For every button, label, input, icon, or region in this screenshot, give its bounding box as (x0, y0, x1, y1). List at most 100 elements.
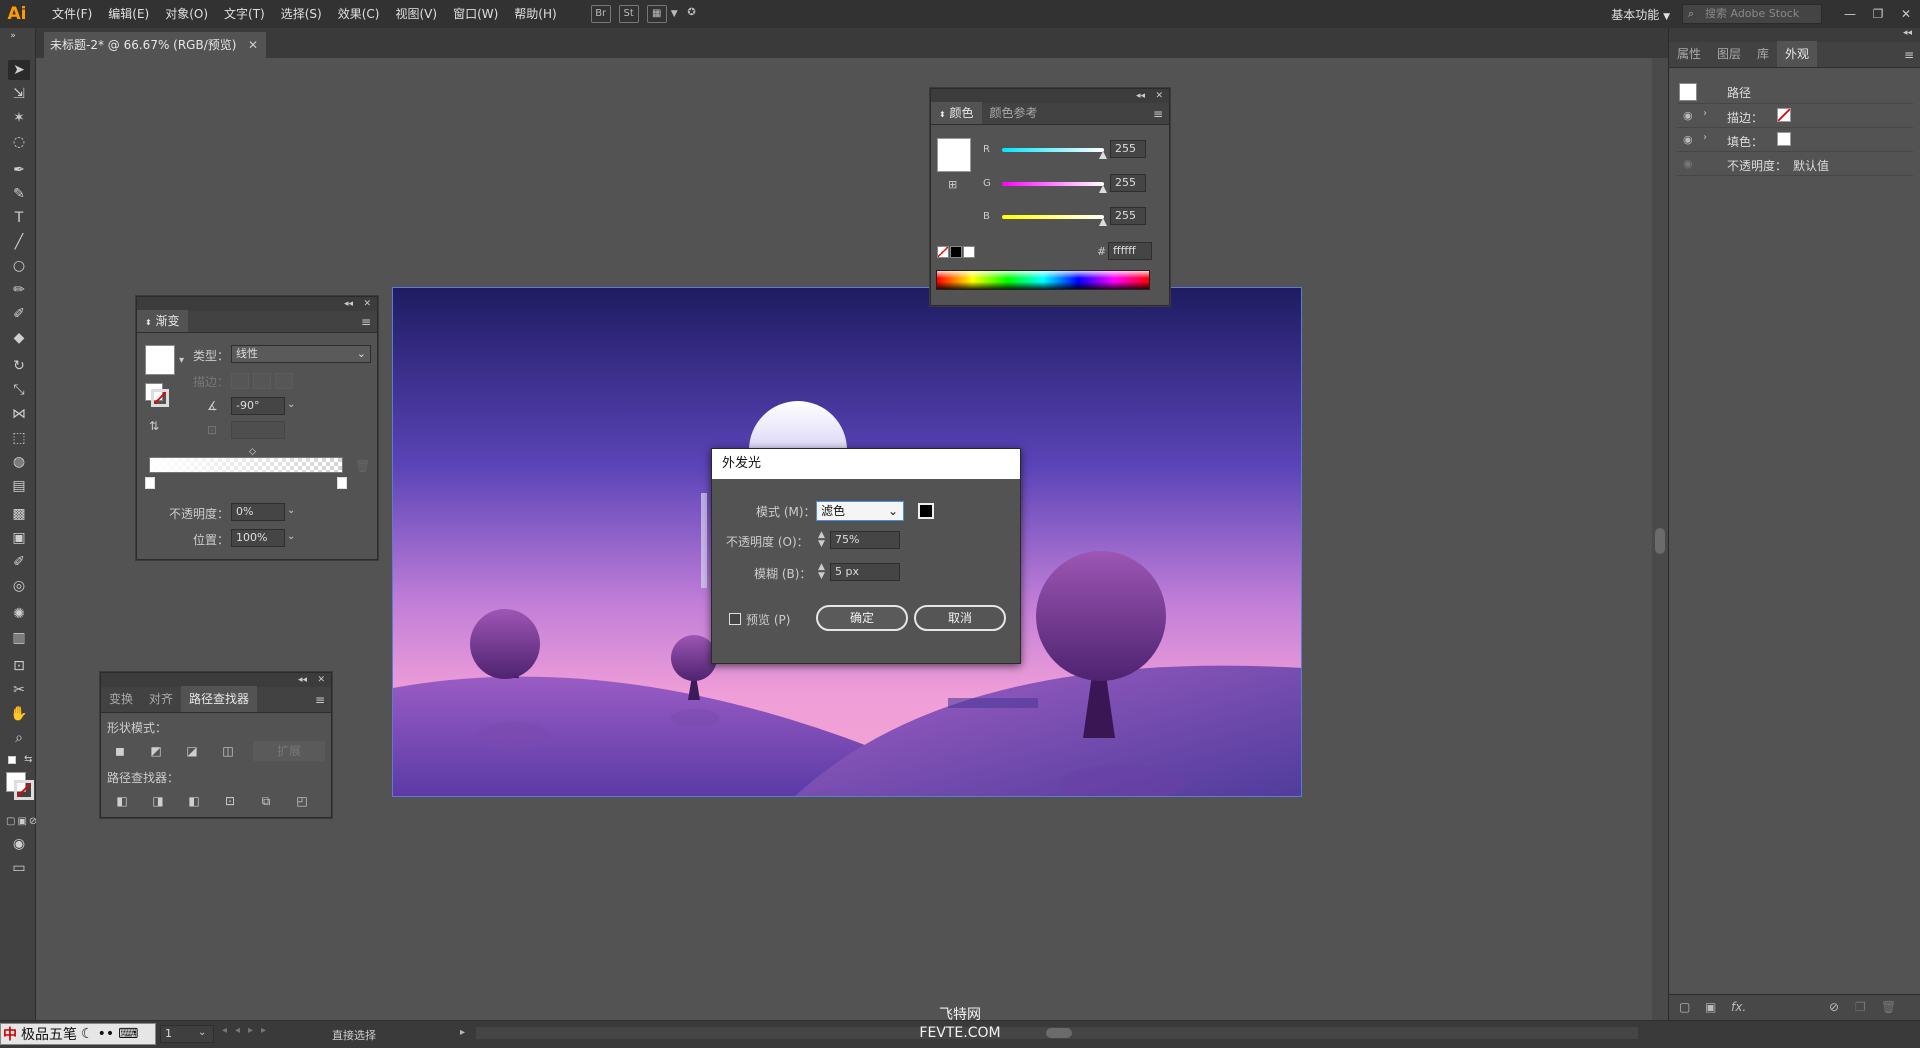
arrange-documents-icon[interactable]: ▦ (646, 5, 667, 23)
blend-mode-select[interactable]: 滤色 ⌄ (816, 501, 904, 521)
shaper-tool-icon[interactable]: ✐ (8, 304, 30, 324)
crop-icon[interactable]: ⊡ (219, 791, 241, 811)
chevron-right-icon[interactable]: ▸ (460, 1027, 465, 1038)
artboard-navigation-icons[interactable]: ◂◂▸▸ (222, 1025, 274, 1036)
paintbrush-tool-icon[interactable]: ✏ (8, 280, 30, 300)
pen-tool-icon[interactable]: ✒ (8, 160, 30, 180)
gradient-stop-right[interactable] (337, 477, 347, 489)
black-swatch[interactable] (950, 246, 962, 258)
hex-input[interactable]: ffffff (1108, 242, 1152, 260)
blur-input[interactable]: 5 px (830, 563, 900, 581)
magic-wand-tool-icon[interactable]: ✶ (8, 108, 30, 128)
close-icon[interactable]: ✕ (248, 32, 258, 58)
collapse-icon[interactable]: ◂◂ (344, 297, 353, 311)
fill-swatch[interactable] (1777, 132, 1791, 146)
menu-edit[interactable]: 编辑(E) (100, 0, 157, 28)
ime-moon-icon[interactable]: ☾ (79, 1026, 96, 1042)
selection-tool-icon[interactable]: ➤ (8, 60, 30, 80)
default-colors-icon[interactable] (8, 756, 16, 764)
minus-front-icon[interactable]: ◩ (145, 741, 167, 761)
duplicate-item-icon[interactable]: ❐ (1855, 1000, 1866, 1014)
menu-view[interactable]: 视图(V) (387, 0, 445, 28)
rotate-tool-icon[interactable]: ↻ (8, 356, 30, 376)
glow-color-swatch[interactable] (918, 503, 934, 519)
opacity-stepper-icon[interactable]: ▲ ▼ (818, 531, 825, 549)
direct-selection-tool-icon[interactable]: ⇲ (8, 84, 30, 104)
menu-file[interactable]: 文件(F) (44, 0, 100, 28)
tab-color[interactable]: ⬍ 颜色 (931, 102, 982, 124)
chevron-down-icon[interactable]: ⌄ (287, 531, 295, 542)
appearance-path-row[interactable]: 路径 (1677, 78, 1913, 104)
r-input[interactable]: 255 (1110, 140, 1146, 158)
delete-icon[interactable]: 🗑 (1881, 1000, 1896, 1014)
lasso-tool-icon[interactable]: ◌ (8, 132, 30, 152)
document-tab[interactable]: 未标题-2* @ 66.67% (RGB/预览) ✕ (44, 32, 266, 58)
ime-punct-icon[interactable]: •• (96, 1026, 117, 1042)
eye-icon[interactable]: ◉ (1683, 157, 1693, 170)
gradient-type-select[interactable]: 线性 ⌄ (231, 345, 371, 363)
angle-input[interactable]: -90° (231, 397, 285, 415)
zoom-tool-icon[interactable]: ⌕ (8, 728, 30, 748)
position-input[interactable]: 100% (231, 529, 285, 547)
gradient-slider[interactable] (149, 457, 343, 473)
stock-search-input[interactable]: ⌕ 搜索 Adobe Stock (1682, 4, 1822, 24)
b-slider[interactable] (1002, 215, 1104, 219)
menu-type[interactable]: 文字(T) (216, 0, 273, 28)
chevron-down-icon[interactable]: ⌄ (287, 505, 295, 516)
panel-menu-icon[interactable]: ≡ (315, 687, 325, 713)
shape-builder-tool-icon[interactable]: ◍ (8, 452, 30, 472)
collapse-icon[interactable]: ◂◂ (1903, 28, 1912, 38)
clear-appearance-icon[interactable]: ⊘ (1829, 1000, 1839, 1014)
stroke-gradient-within-icon[interactable] (231, 373, 249, 389)
restore-icon[interactable]: ❐ (1864, 7, 1892, 21)
stroke-gradient-across-icon[interactable] (275, 373, 293, 389)
tab-align[interactable]: 对齐 (141, 686, 181, 712)
unite-icon[interactable]: ◼ (109, 741, 131, 761)
tab-gradient[interactable]: ⬍ 渐变 (137, 310, 188, 332)
color-mode-icons[interactable]: ▢▣⊘ (6, 816, 39, 827)
gpu-performance-icon[interactable]: ✪ (682, 5, 702, 23)
free-transform-tool-icon[interactable]: ⬚ (8, 428, 30, 448)
collapse-icon[interactable]: ◂◂ (1136, 89, 1145, 103)
curvature-tool-icon[interactable]: ✎ (8, 184, 30, 204)
b-input[interactable]: 255 (1110, 207, 1146, 225)
type-tool-icon[interactable]: T (8, 208, 30, 228)
eye-icon[interactable]: ◉ (1683, 109, 1693, 122)
ellipse-tool-icon[interactable]: ○ (8, 256, 30, 276)
collapse-icon[interactable]: ◂◂ (298, 673, 307, 687)
menu-help[interactable]: 帮助(H) (506, 0, 564, 28)
menu-effect[interactable]: 效果(C) (330, 0, 388, 28)
close-icon[interactable]: ✕ (317, 673, 325, 687)
aspect-ratio-input[interactable] (231, 421, 285, 439)
tab-layers[interactable]: 图层 (1709, 41, 1749, 67)
blur-stepper-icon[interactable]: ▲ ▼ (818, 563, 825, 581)
merge-icon[interactable]: ◧ (183, 791, 205, 811)
menu-object[interactable]: 对象(O) (157, 0, 216, 28)
intersect-icon[interactable]: ◪ (181, 741, 203, 761)
ime-keyboard-icon[interactable]: ⌨ (116, 1026, 140, 1042)
scrollbar-thumb[interactable] (1046, 1028, 1072, 1038)
collapse-icon[interactable]: » (2, 26, 24, 46)
close-icon[interactable]: ✕ (363, 297, 371, 311)
appearance-fill-row[interactable]: ◉ › 填色： (1677, 128, 1913, 152)
menu-window[interactable]: 窗口(W) (445, 0, 506, 28)
panel-menu-icon[interactable]: ≡ (361, 311, 371, 333)
exclude-icon[interactable]: ◫ (217, 741, 239, 761)
tab-appearance[interactable]: 外观 (1777, 41, 1818, 67)
stroke-swatch[interactable] (1777, 108, 1791, 122)
stroke-gradient-along-icon[interactable] (253, 373, 271, 389)
none-swatch[interactable] (937, 246, 949, 258)
color-spectrum[interactable] (936, 270, 1150, 290)
tab-color-guide[interactable]: 颜色参考 (982, 102, 1046, 124)
width-tool-icon[interactable]: ⋈ (8, 404, 30, 424)
expand-button[interactable]: 扩展 (253, 741, 325, 761)
chevron-down-icon[interactable]: ⌄ (287, 399, 295, 410)
midpoint-diamond-icon[interactable]: ◇ (249, 447, 256, 457)
cancel-button[interactable]: 取消 (914, 605, 1006, 631)
panel-menu-icon[interactable]: ≡ (1904, 42, 1914, 68)
gradient-preview-swatch[interactable] (145, 345, 175, 375)
vertical-scrollbar[interactable] (1652, 58, 1668, 1020)
tab-properties[interactable]: 属性 (1669, 41, 1709, 67)
screen-mode-icon[interactable]: ▭ (8, 858, 30, 878)
fx-icon[interactable]: fx. (1731, 1000, 1746, 1014)
